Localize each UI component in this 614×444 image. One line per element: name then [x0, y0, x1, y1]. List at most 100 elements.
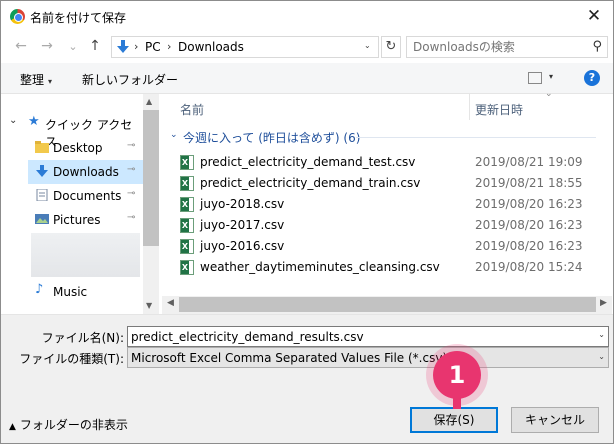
file-row[interactable]: juyo-2016.csv 2019/08/20 16:23 [180, 236, 600, 257]
chrome-icon [10, 9, 25, 24]
file-date: 2019/08/20 16:23 [475, 218, 583, 232]
file-name: juyo-2018.csv [200, 197, 285, 211]
hide-folders-toggle[interactable]: ▲ フォルダーの非表示 [9, 416, 128, 433]
column-header-date[interactable]: 更新日時 [475, 101, 523, 127]
address-dropdown-icon[interactable]: ⌄ [364, 41, 371, 50]
up-button[interactable]: ↑ [85, 38, 105, 54]
command-toolbar: 整理 ▾ 新しいフォルダー ▾ ? [1, 63, 613, 93]
caret-down-icon: ▾ [48, 77, 53, 86]
scroll-left-icon[interactable]: ◀ [167, 298, 174, 308]
column-header-name[interactable]: 名前 [180, 101, 204, 127]
excel-file-icon [180, 260, 194, 275]
title-bar: 名前を付けて保存 ✕ [1, 1, 613, 31]
file-date: 2019/08/20 16:23 [475, 197, 583, 211]
sidebar-item-label: Downloads [53, 165, 119, 179]
scroll-right-icon[interactable]: ▶ [600, 298, 607, 308]
filetype-value: Microsoft Excel Comma Separated Values F… [131, 351, 448, 365]
downloads-icon [36, 165, 48, 177]
excel-file-icon [180, 176, 194, 191]
scrollbar-thumb[interactable] [143, 110, 159, 246]
file-date: 2019/08/20 15:24 [475, 260, 583, 274]
filetype-label: ファイルの種類(T): [19, 352, 124, 366]
cancel-button[interactable]: キャンセル [511, 407, 599, 433]
save-button[interactable]: 保存(S) [410, 407, 498, 433]
horizontal-scrollbar[interactable]: ◀ ▶ [162, 296, 612, 314]
documents-icon [36, 189, 48, 201]
file-date: 2019/08/20 16:23 [475, 239, 583, 253]
sidebar-item-pictures[interactable]: Pictures ⊸ [28, 208, 143, 232]
sidebar-item-label: Desktop [53, 141, 103, 155]
file-row[interactable]: predict_electricity_demand_test.csv 2019… [180, 152, 600, 173]
save-as-dialog: 名前を付けて保存 ✕ ← → ⌄ ↑ › PC › Downloads ⌄ ↻ … [0, 0, 614, 444]
new-folder-button[interactable]: 新しいフォルダー [82, 71, 178, 88]
excel-file-icon [180, 239, 194, 254]
music-icon: ♪ [35, 282, 44, 297]
breadcrumb-separator-icon: › [167, 40, 172, 53]
chevron-down-icon[interactable]: ⌄ [598, 352, 605, 361]
chevron-down-icon[interactable]: ⌄ [598, 330, 605, 339]
organize-menu[interactable]: 整理 ▾ [20, 71, 52, 88]
quick-access[interactable]: ⌄ ★ クイック アクセス [1, 113, 141, 149]
chevron-down-icon[interactable]: ⌄ [170, 130, 178, 140]
filename-combo[interactable]: ⌄ [127, 326, 609, 347]
back-button[interactable]: ← [11, 38, 31, 54]
search-input[interactable] [407, 37, 587, 57]
filetype-select[interactable]: Microsoft Excel Comma Separated Values F… [127, 347, 609, 368]
dialog-title: 名前を付けて保存 [30, 11, 127, 25]
view-options-icon[interactable] [528, 72, 542, 84]
chevron-up-icon: ▲ [9, 422, 16, 432]
file-row[interactable]: predict_electricity_demand_train.csv 201… [180, 173, 600, 194]
column-separator [469, 94, 470, 120]
forward-button[interactable]: → [37, 38, 57, 54]
file-row[interactable]: weather_daytimeminutes_cleansing.csv 201… [180, 257, 600, 278]
pictures-icon [35, 214, 49, 224]
sidebar-item-label: Music [53, 285, 88, 299]
star-icon: ★ [28, 114, 40, 129]
address-bar[interactable]: › PC › Downloads ⌄ [111, 36, 379, 58]
search-box[interactable]: ⚲ [406, 36, 608, 58]
scroll-down-icon[interactable]: ▼ [146, 301, 152, 310]
content-area: ⌄ ★ クイック アクセス Desktop ⊸ Downloads ⊸ Docu… [1, 89, 613, 315]
pin-icon: ⊸ [127, 164, 136, 175]
file-date: 2019/08/21 18:55 [475, 176, 583, 190]
sidebar-item-desktop[interactable]: Desktop ⊸ [28, 136, 143, 160]
search-icon: ⚲ [592, 39, 602, 54]
navigation-row: ← → ⌄ ↑ › PC › Downloads ⌄ ↻ ⚲ [1, 31, 613, 63]
obscured-nav-items [31, 233, 140, 277]
file-name: juyo-2017.csv [200, 218, 285, 232]
organize-label: 整理 [20, 73, 45, 87]
caret-down-icon[interactable]: ▾ [549, 72, 553, 81]
help-icon[interactable]: ? [584, 70, 600, 86]
pin-icon: ⊸ [127, 140, 136, 151]
navpane-scrollbar[interactable]: ▲ ▼ [143, 94, 159, 314]
group-divider [356, 137, 596, 138]
breadcrumb-separator-icon: › [134, 40, 139, 53]
breadcrumb-downloads[interactable]: Downloads [178, 40, 244, 54]
sidebar-item-label: Pictures [53, 213, 101, 227]
filename-label: ファイル名(N): [41, 331, 124, 345]
callout-number-badge: 1 [433, 351, 481, 399]
group-label: 今週に入って (昨日は含めず) (6) [183, 131, 361, 145]
excel-file-icon [180, 197, 194, 212]
recent-locations-button[interactable]: ⌄ [63, 40, 83, 53]
close-button[interactable]: ✕ [579, 4, 609, 28]
excel-file-icon [180, 218, 194, 233]
downloads-arrow-icon [117, 40, 129, 53]
refresh-button[interactable]: ↻ [381, 36, 401, 58]
file-date: 2019/08/21 19:09 [475, 155, 583, 169]
sidebar-item-documents[interactable]: Documents ⊸ [28, 184, 143, 208]
sidebar-item-music[interactable]: ♪ Music [28, 280, 143, 304]
filename-input[interactable] [128, 327, 588, 346]
chevron-down-icon[interactable]: ⌄ [9, 115, 17, 126]
pin-icon: ⊸ [127, 212, 136, 223]
breadcrumb-pc[interactable]: PC [145, 40, 161, 54]
file-list: 名前 ⌄ 更新日時 ⌄ 今週に入って (昨日は含めず) (6) predict_… [162, 89, 612, 314]
file-name: juyo-2016.csv [200, 239, 285, 253]
folder-icon [35, 141, 49, 153]
scrollbar-thumb[interactable] [179, 297, 596, 312]
scroll-up-icon[interactable]: ▲ [146, 97, 152, 106]
sidebar-item-downloads[interactable]: Downloads ⊸ [28, 160, 143, 184]
file-name: weather_daytimeminutes_cleansing.csv [200, 260, 440, 274]
file-row[interactable]: juyo-2017.csv 2019/08/20 16:23 [180, 215, 600, 236]
file-row[interactable]: juyo-2018.csv 2019/08/20 16:23 [180, 194, 600, 215]
